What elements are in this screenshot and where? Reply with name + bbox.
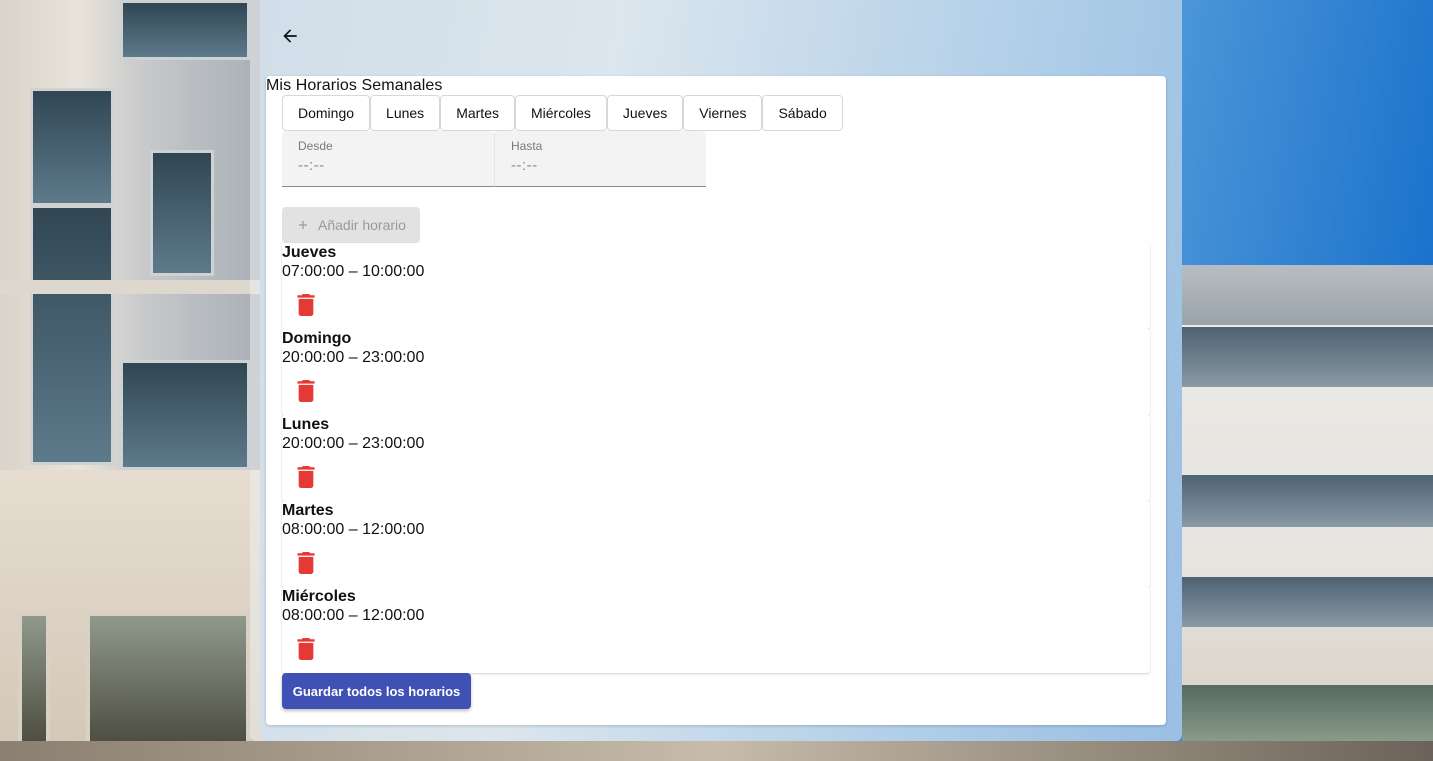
to-time-field[interactable]: Hasta --:-- bbox=[494, 131, 706, 187]
schedule-item: Martes 08:00:00 – 12:00:00 bbox=[282, 501, 1150, 587]
window-strip bbox=[1182, 475, 1433, 527]
from-time-value: --:-- bbox=[298, 157, 325, 174]
ground bbox=[0, 741, 1433, 761]
schedule-item: Lunes 20:00:00 – 23:00:00 bbox=[282, 415, 1150, 501]
schedule-time-range: 08:00:00 – 12:00:00 bbox=[282, 521, 425, 538]
schedule-time-range: 20:00:00 – 23:00:00 bbox=[282, 435, 425, 452]
schedule-list: Jueves 07:00:00 – 10:00:00 Domingo 20:00… bbox=[282, 243, 1150, 673]
window bbox=[30, 205, 114, 465]
arrow-left-icon bbox=[283, 29, 297, 43]
save-all-schedules-button[interactable]: Guardar todos los horarios bbox=[282, 673, 471, 709]
day-tab-miercoles[interactable]: Miércoles bbox=[514, 95, 607, 131]
schedule-day: Domingo bbox=[282, 330, 352, 347]
window-strip bbox=[1182, 685, 1433, 741]
day-tab-domingo[interactable]: Domingo bbox=[282, 95, 371, 131]
from-time-label: Desde bbox=[298, 139, 333, 153]
window bbox=[150, 150, 214, 276]
building-right bbox=[1182, 265, 1433, 761]
window bbox=[120, 360, 250, 470]
trash-icon bbox=[297, 552, 315, 574]
trash-icon bbox=[297, 638, 315, 660]
day-tab-sabado[interactable]: Sábado bbox=[762, 95, 843, 131]
time-range-fields: Desde --:-- Hasta --:-- bbox=[282, 131, 706, 187]
schedule-day: Lunes bbox=[282, 416, 330, 433]
schedule-time-range: 07:00:00 – 10:00:00 bbox=[282, 263, 425, 280]
trash-icon bbox=[297, 380, 315, 402]
window-strip bbox=[1182, 577, 1433, 627]
delete-schedule-button[interactable] bbox=[294, 465, 318, 489]
schedule-day: Miércoles bbox=[282, 588, 356, 605]
window bbox=[120, 0, 250, 60]
from-time-field[interactable]: Desde --:-- bbox=[282, 131, 494, 187]
schedule-day: Martes bbox=[282, 502, 334, 519]
to-time-value: --:-- bbox=[511, 157, 538, 174]
page-title: Mis Horarios Semanales bbox=[266, 77, 443, 94]
delete-schedule-button[interactable] bbox=[294, 293, 318, 317]
schedule-item: Miércoles 08:00:00 – 12:00:00 bbox=[282, 587, 1150, 673]
back-button[interactable] bbox=[272, 18, 308, 54]
delete-schedule-button[interactable] bbox=[294, 637, 318, 661]
day-tab-jueves[interactable]: Jueves bbox=[606, 95, 684, 131]
trash-icon bbox=[297, 294, 315, 316]
plus-icon bbox=[298, 220, 308, 230]
trash-icon bbox=[297, 466, 315, 488]
building-left bbox=[0, 0, 260, 761]
schedule-time-range: 08:00:00 – 12:00:00 bbox=[282, 607, 425, 624]
delete-schedule-button[interactable] bbox=[294, 379, 318, 403]
add-schedule-button[interactable]: Añadir horario bbox=[282, 207, 420, 243]
delete-schedule-button[interactable] bbox=[294, 551, 318, 575]
day-tab-viernes[interactable]: Viernes bbox=[683, 95, 763, 131]
window-strip bbox=[1182, 327, 1433, 387]
day-tab-lunes[interactable]: Lunes bbox=[370, 95, 441, 131]
storefront-window bbox=[86, 612, 250, 752]
day-toggle-group: Domingo Lunes Martes Miércoles Jueves Vi… bbox=[282, 95, 843, 131]
schedule-item: Jueves 07:00:00 – 10:00:00 bbox=[282, 243, 1150, 329]
day-tab-martes[interactable]: Martes bbox=[440, 95, 515, 131]
facade-band bbox=[0, 280, 260, 294]
storefront-window bbox=[18, 612, 50, 752]
to-time-label: Hasta bbox=[511, 139, 543, 153]
roof bbox=[1182, 265, 1433, 325]
schedule-time-range: 20:00:00 – 23:00:00 bbox=[282, 349, 425, 366]
window bbox=[30, 88, 114, 206]
add-schedule-label: Añadir horario bbox=[318, 217, 406, 233]
schedule-day: Jueves bbox=[282, 244, 337, 261]
schedule-item: Domingo 20:00:00 – 23:00:00 bbox=[282, 329, 1150, 415]
